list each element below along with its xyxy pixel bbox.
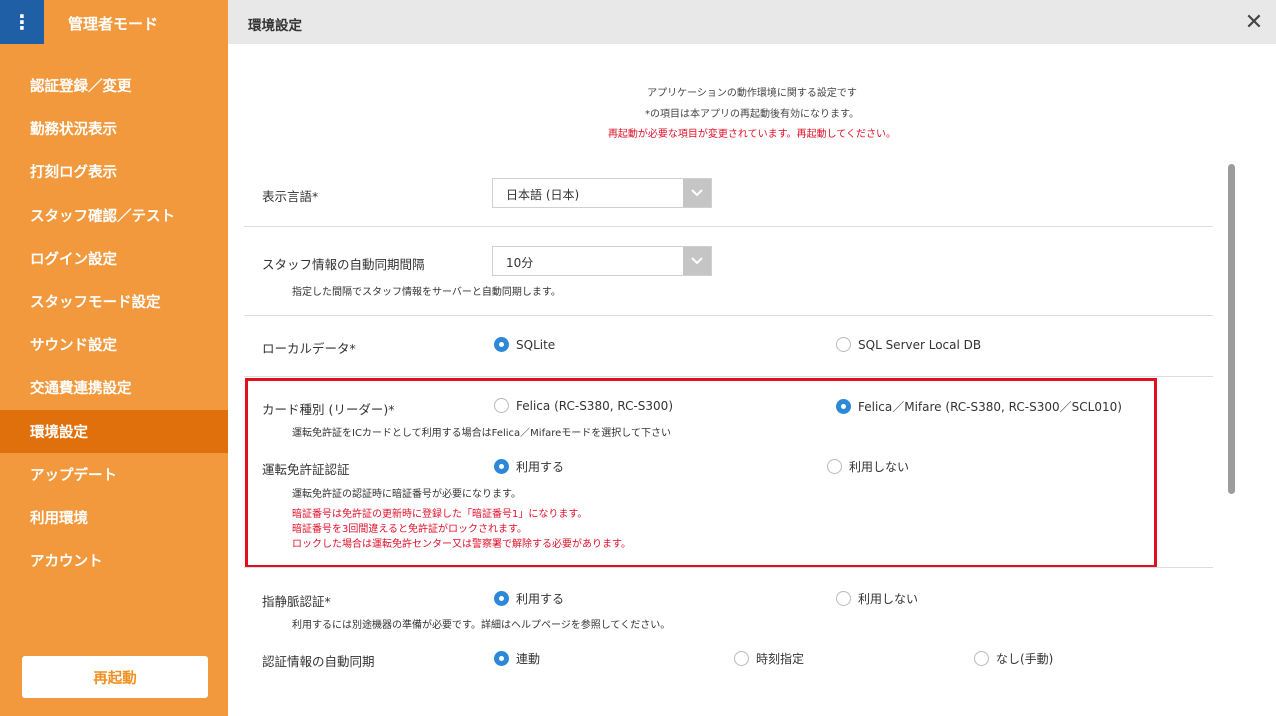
sidebar-item-staff-test[interactable]: スタッフ確認／テスト bbox=[0, 194, 228, 237]
radio-selected-icon bbox=[494, 337, 509, 352]
kebab-menu-icon[interactable]: ⋮ bbox=[0, 0, 44, 44]
radio-unselected-icon bbox=[734, 651, 749, 666]
sync-interval-label: スタッフ情報の自動同期間隔 bbox=[262, 257, 425, 272]
chevron-down-icon bbox=[683, 247, 711, 275]
settings-panel: アプリケーションの動作環境に関する設定です *の項目は本アプリの再起動後有効にな… bbox=[228, 44, 1276, 716]
vein-auth-label: 指静脈認証* bbox=[262, 594, 331, 609]
radio-label: 利用する bbox=[516, 592, 565, 606]
radio-label: なし(手動) bbox=[996, 652, 1054, 666]
radio-selected-icon bbox=[494, 651, 509, 666]
radio-label: SQLite bbox=[516, 337, 556, 352]
local-data-label: ローカルデータ* bbox=[262, 341, 356, 356]
radio-sync-linked[interactable]: 連動 bbox=[494, 650, 540, 667]
radio-unselected-icon bbox=[836, 591, 851, 606]
sync-interval-value: 10分 bbox=[506, 256, 534, 270]
divider bbox=[244, 567, 1213, 568]
description-line: *の項目は本アプリの再起動後有効になります。 bbox=[645, 109, 859, 120]
sidebar-item-account[interactable]: アカウント bbox=[0, 539, 228, 582]
sidebar-title: 管理者モード bbox=[68, 15, 159, 33]
radio-vein-not-use[interactable]: 利用しない bbox=[836, 590, 918, 607]
sidebar-item-auth-register[interactable]: 認証登録／変更 bbox=[0, 64, 228, 107]
restart-warning: 再起動が必要な項目が変更されています。再起動してください。 bbox=[607, 129, 897, 140]
restart-button[interactable]: 再起動 bbox=[22, 656, 208, 698]
sidebar-nav: 認証登録／変更 勤務状況表示 打刻ログ表示 スタッフ確認／テスト ログイン設定 … bbox=[0, 64, 228, 582]
radio-label: SQL Server Local DB bbox=[858, 337, 982, 352]
radio-label: 利用しない bbox=[858, 592, 919, 606]
radio-label: 連動 bbox=[516, 652, 541, 666]
radio-unselected-icon bbox=[836, 337, 851, 352]
radio-vein-use[interactable]: 利用する bbox=[494, 590, 564, 607]
scrollbar-thumb[interactable] bbox=[1228, 164, 1235, 494]
sync-interval-note: 指定した間隔でスタッフ情報をサーバーと自動同期します。 bbox=[292, 287, 561, 298]
page-title: 環境設定 bbox=[248, 18, 302, 34]
sidebar-item-punch-log[interactable]: 打刻ログ表示 bbox=[0, 150, 228, 193]
radio-selected-icon bbox=[494, 591, 509, 606]
radio-label: 時刻指定 bbox=[756, 652, 805, 666]
sidebar-item-transport[interactable]: 交通費連携設定 bbox=[0, 366, 228, 409]
auth-sync-label: 認証情報の自動同期 bbox=[262, 654, 375, 669]
vein-auth-note: 利用するには別途機器の準備が必要です。詳細はヘルプページを参照してください。 bbox=[292, 620, 671, 631]
radio-sql-server-local-db[interactable]: SQL Server Local DB bbox=[836, 337, 981, 352]
sidebar-item-environment[interactable]: 環境設定 bbox=[0, 409, 228, 453]
language-label: 表示言語* bbox=[262, 189, 319, 204]
sidebar-item-staff-mode[interactable]: スタッフモード設定 bbox=[0, 280, 228, 323]
language-select[interactable]: 日本語 (日本) bbox=[492, 178, 712, 208]
language-value: 日本語 (日本) bbox=[506, 188, 580, 202]
divider bbox=[244, 226, 1213, 227]
sidebar-item-work-status[interactable]: 勤務状況表示 bbox=[0, 107, 228, 150]
radio-sync-time[interactable]: 時刻指定 bbox=[734, 650, 804, 667]
sidebar-item-login-settings[interactable]: ログイン設定 bbox=[0, 237, 228, 280]
sidebar-item-update[interactable]: アップデート bbox=[0, 453, 228, 496]
description-line: アプリケーションの動作環境に関する設定です bbox=[647, 88, 857, 99]
divider bbox=[244, 376, 1213, 377]
radio-sync-manual[interactable]: なし(手動) bbox=[974, 650, 1053, 667]
radio-sqlite[interactable]: SQLite bbox=[494, 337, 555, 352]
close-icon[interactable]: ✕ bbox=[1232, 0, 1276, 44]
sync-interval-select[interactable]: 10分 bbox=[492, 246, 712, 276]
sidebar-item-sound[interactable]: サウンド設定 bbox=[0, 323, 228, 366]
divider bbox=[244, 315, 1213, 316]
sidebar-header: ⋮ 管理者モード bbox=[0, 0, 228, 44]
chevron-down-icon bbox=[683, 179, 711, 207]
sidebar: ⋮ 管理者モード 認証登録／変更 勤務状況表示 打刻ログ表示 スタッフ確認／テス… bbox=[0, 0, 228, 716]
radio-unselected-icon bbox=[974, 651, 989, 666]
title-bar: 環境設定 ✕ bbox=[228, 0, 1276, 44]
sidebar-item-usage-env[interactable]: 利用環境 bbox=[0, 496, 228, 539]
highlight-frame bbox=[245, 378, 1157, 568]
